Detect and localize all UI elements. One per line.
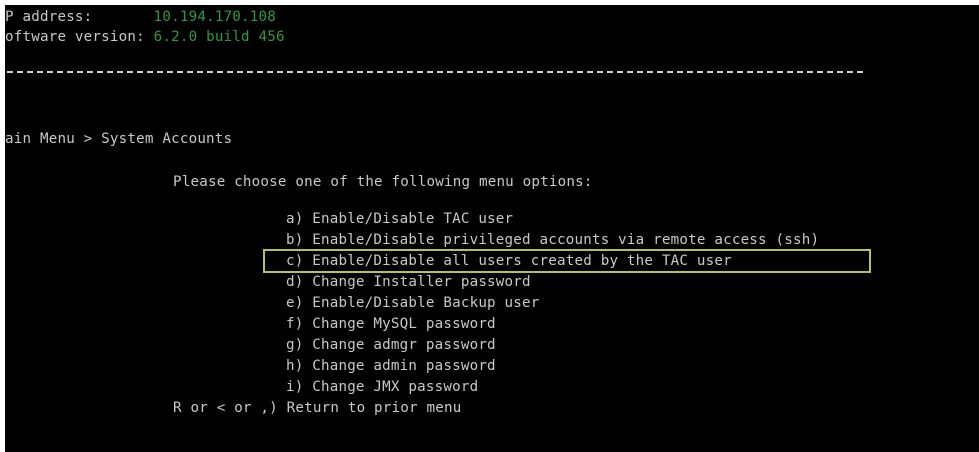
software-version-label: oftware version: bbox=[5, 29, 145, 45]
menu-option-g[interactable]: g) Change admgr password bbox=[286, 335, 496, 355]
menu-option-f[interactable]: f) Change MySQL password bbox=[286, 314, 496, 334]
menu-option-i[interactable]: i) Change JMX password bbox=[286, 377, 478, 397]
ip-address-line: P address: 10.194.170.108 bbox=[5, 7, 276, 27]
ip-address-value: 10.194.170.108 bbox=[153, 9, 277, 25]
highlight-box bbox=[263, 249, 871, 273]
ip-address-label: P address: bbox=[5, 9, 93, 25]
software-version-value: 6.2.0 build 456 bbox=[153, 29, 285, 45]
menu-option-h[interactable]: h) Change admin password bbox=[286, 356, 496, 376]
menu-option-a[interactable]: a) Enable/Disable TAC user bbox=[286, 209, 513, 229]
terminal-window[interactable]: P address: 10.194.170.108 oftware versio… bbox=[5, 5, 979, 452]
menu-option-return[interactable]: R or < or ,) Return to prior menu bbox=[173, 398, 461, 418]
software-version-line: oftware version: 6.2.0 build 456 bbox=[5, 27, 285, 47]
menu-option-d[interactable]: d) Change Installer password bbox=[286, 272, 531, 292]
menu-option-e[interactable]: e) Enable/Disable Backup user bbox=[286, 293, 540, 313]
menu-option-b[interactable]: b) Enable/Disable privileged accounts vi… bbox=[286, 230, 819, 250]
separator-line bbox=[7, 71, 863, 73]
breadcrumb: ain Menu > System Accounts bbox=[5, 131, 233, 147]
menu-prompt: Please choose one of the following menu … bbox=[173, 174, 593, 190]
